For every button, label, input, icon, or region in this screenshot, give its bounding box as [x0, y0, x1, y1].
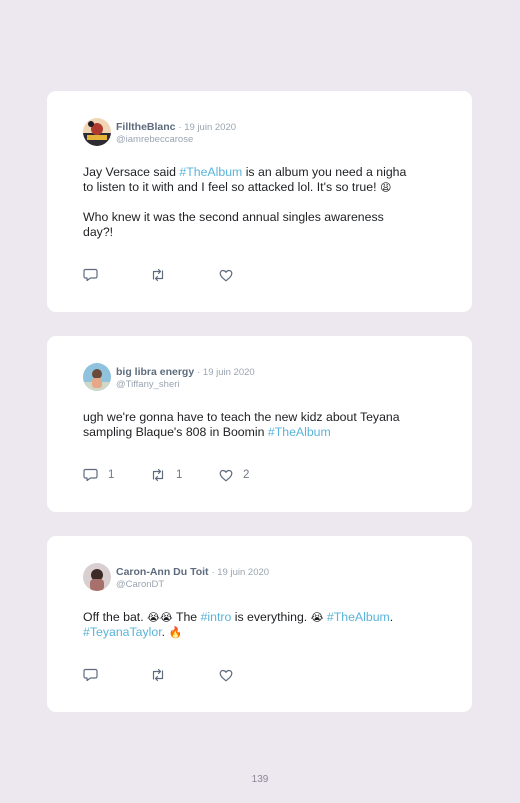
reply-button[interactable] — [83, 668, 108, 682]
reply-button[interactable] — [83, 268, 108, 282]
tweet-card: FilltheBlanc · 19 juin 2020 @iamrebeccar… — [47, 91, 472, 312]
hashtag-link[interactable]: #TeyanaTaylor — [83, 625, 162, 639]
retweet-count: 1 — [176, 469, 183, 481]
tweet-paragraph: Jay Versace said #TheAlbum is an album y… — [83, 165, 407, 194]
heart-icon — [219, 269, 233, 282]
display-name[interactable]: big libra energy — [116, 366, 194, 378]
retweet-button[interactable] — [150, 268, 176, 282]
tweet-date: · 19 juin 2020 — [178, 122, 237, 133]
display-name[interactable]: FilltheBlanc — [116, 121, 176, 133]
crying-face-emoji: 😭 — [310, 611, 324, 624]
like-count: 2 — [243, 469, 250, 481]
retweet-icon — [150, 268, 166, 282]
user-handle: @Tiffany_sheri — [116, 379, 180, 390]
tweet-card: Caron-Ann Du Toit · 19 juin 2020 @CaronD… — [47, 536, 472, 712]
avatar[interactable] — [83, 363, 111, 391]
tweet-card: big libra energy · 19 juin 2020 @Tiffany… — [47, 336, 472, 512]
tweet-text: ugh we're gonna have to teach the new ki… — [83, 410, 443, 440]
hashtag-link[interactable]: #TheAlbum — [327, 610, 390, 624]
display-name[interactable]: Caron-Ann Du Toit — [116, 566, 209, 578]
user-handle: @CaronDT — [116, 579, 165, 590]
weary-face-emoji: 😩 — [379, 181, 392, 194]
hashtag-link[interactable]: #TheAlbum — [179, 165, 242, 179]
user-handle: @iamrebeccarose — [116, 134, 194, 145]
retweet-button[interactable] — [150, 668, 176, 682]
reply-icon — [83, 668, 98, 682]
tweet-paragraph: Off the bat. 😭😭 The #intro is everything… — [83, 610, 394, 639]
reply-button[interactable]: 1 — [83, 468, 114, 482]
tweet-paragraph: ugh we're gonna have to teach the new ki… — [83, 410, 400, 439]
like-button[interactable]: 2 — [219, 468, 249, 482]
retweet-button[interactable]: 1 — [150, 468, 182, 482]
like-button[interactable] — [219, 668, 243, 682]
heart-icon — [219, 469, 233, 482]
reply-count: 1 — [108, 469, 115, 481]
fire-emoji: 🔥 — [168, 626, 183, 639]
tweet-header: Caron-Ann Du Toit · 19 juin 2020 — [116, 566, 269, 578]
tweet-actions — [83, 668, 323, 682]
avatar[interactable] — [83, 563, 111, 591]
retweet-icon — [150, 468, 166, 482]
hashtag-link[interactable]: #intro — [201, 610, 232, 624]
tweet-header: big libra energy · 19 juin 2020 — [116, 366, 255, 378]
heart-icon — [219, 669, 233, 682]
tweet-text: Off the bat. 😭😭 The #intro is everything… — [83, 610, 443, 640]
tweet-text: Jay Versace said #TheAlbum is an album y… — [83, 165, 443, 240]
tweet-header: FilltheBlanc · 19 juin 2020 — [116, 121, 236, 133]
tweet-date: · 19 juin 2020 — [211, 567, 270, 578]
like-button[interactable] — [219, 268, 243, 282]
reply-icon — [83, 468, 98, 482]
tweet-date: · 19 juin 2020 — [197, 367, 255, 378]
crying-face-emoji: 😭😭 — [147, 611, 173, 624]
reply-icon — [83, 268, 98, 282]
tweet-actions: 1 1 2 — [83, 468, 323, 482]
retweet-icon — [150, 668, 166, 682]
avatar[interactable] — [83, 118, 111, 146]
tweet-actions — [83, 268, 323, 282]
hashtag-link[interactable]: #TheAlbum — [268, 425, 331, 439]
tweet-paragraph: Who knew it was the second annual single… — [83, 210, 384, 239]
page-number: 139 — [251, 774, 269, 785]
